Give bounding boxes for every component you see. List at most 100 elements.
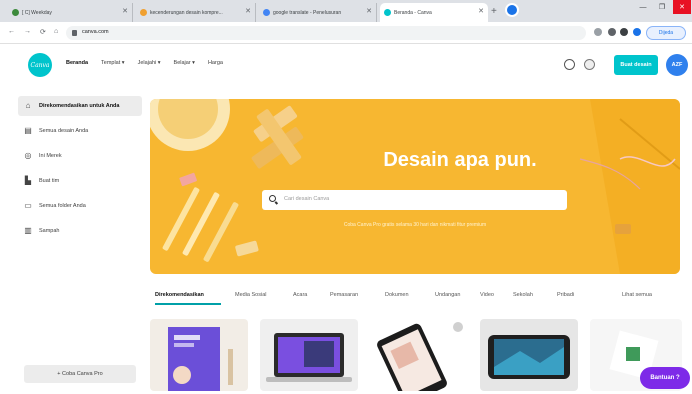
binder-clip-shape [615, 224, 631, 234]
new-tab-icon[interactable]: + [491, 6, 497, 17]
template-thumbnail [266, 333, 352, 382]
sidebar-item-label: Buat tim [39, 178, 60, 184]
settings-icon[interactable] [564, 59, 575, 70]
logo-badge-shape [626, 347, 640, 361]
template-card-video[interactable] [480, 319, 578, 391]
sidebar-item-label: Semua folder Anda [39, 203, 86, 209]
slide-image-shape [304, 341, 334, 367]
browser-tab-label: Beranda - Canva [394, 9, 432, 16]
see-all-link[interactable]: Lihat semua [622, 292, 652, 298]
try-pro-label: + Coba Canva Pro [57, 371, 103, 377]
tab-favicon-icon [12, 9, 19, 16]
help-label: Bantuan ? [650, 375, 680, 381]
tab-personal[interactable]: Pribadi [557, 292, 574, 298]
template-card-story[interactable] [370, 319, 468, 391]
template-thumbnail [377, 322, 463, 391]
canva-logo[interactable]: Canva [28, 53, 52, 77]
extension-icon[interactable] [620, 28, 628, 36]
account-icon[interactable] [633, 28, 641, 36]
team-icon: ▙ [24, 176, 32, 185]
post-text-shape [174, 335, 200, 340]
avatar-initials: AZF [671, 62, 683, 68]
tab-school[interactable]: Sekolah [513, 292, 533, 298]
tab-marketing[interactable]: Pemasaran [330, 292, 358, 298]
create-design-label: Buat desain [620, 62, 652, 68]
tab-invitations[interactable]: Undangan [435, 292, 460, 298]
browser-tab-4[interactable]: Beranda - Canva ✕ [380, 3, 488, 22]
logo-text: Canva [30, 61, 50, 69]
browser-tab-1[interactable]: [ C] Weekday ✕ [8, 3, 133, 22]
search-placeholder: Cari desain Canva [284, 196, 330, 202]
app-header: Canva Beranda Templat ▾ Jelajahi ▾ Belaj… [0, 45, 692, 85]
sidebar-item-folders[interactable]: ▭ Semua folder Anda [18, 196, 142, 216]
tab-events[interactable]: Acara [293, 292, 307, 298]
canva-favicon-icon [384, 9, 391, 16]
hero-illustration [150, 99, 680, 274]
tab-video[interactable]: Video [480, 292, 494, 298]
close-icon[interactable]: ✕ [366, 7, 372, 15]
sidebar-item-recommended[interactable]: ⌂ Direkomendasikan untuk Anda [18, 96, 142, 116]
reload-icon[interactable]: ⟳ [40, 28, 46, 36]
url-field[interactable]: canva.com [66, 26, 586, 40]
back-icon[interactable]: ← [8, 28, 15, 35]
notification-icon[interactable] [584, 59, 595, 70]
hero-title: Desain apa pun. [383, 149, 537, 171]
template-card-presentation[interactable] [260, 319, 358, 391]
category-tabs: Direkomendasikan Media Sosial Acara Pema… [155, 290, 625, 305]
sidebar-item-label: Sampah [39, 228, 60, 234]
maximize-icon[interactable]: ❐ [653, 0, 671, 14]
nav-label: Belajar [173, 60, 191, 66]
browser-tab-label: kecenderungan desain kompre... [150, 9, 223, 16]
active-tab-underline [155, 303, 221, 305]
create-design-button[interactable]: Buat desain [614, 55, 658, 75]
star-icon[interactable] [594, 28, 602, 36]
nav-explore[interactable]: Jelajahi ▾ [138, 60, 161, 66]
sidebar-item-label: Semua desain Anda [39, 128, 89, 134]
folder-icon: ▭ [24, 201, 32, 210]
tab-documents[interactable]: Dokumen [385, 292, 409, 298]
nav-learn[interactable]: Belajar ▾ [174, 60, 195, 66]
tab-social-media[interactable]: Media Sosial [235, 292, 267, 298]
browser-tab-2[interactable]: kecenderungan desain kompre... ✕ [136, 3, 256, 22]
sidebar-item-label: Direkomendasikan untuk Anda [39, 103, 120, 109]
minimize-icon[interactable]: — [634, 0, 652, 14]
nav-pricing[interactable]: Harga [208, 60, 223, 66]
profile-icon[interactable] [505, 3, 519, 17]
nav-home[interactable]: Beranda [66, 60, 88, 66]
close-icon[interactable]: ✕ [122, 7, 128, 15]
sidebar-item-brand[interactable]: ◎ Ini Merek [18, 146, 142, 166]
browser-tab-3[interactable]: google translate - Penelusuran ✕ [259, 3, 377, 22]
sidebar-item-team[interactable]: ▙ Buat tim [18, 171, 142, 191]
close-icon[interactable]: ✕ [478, 7, 484, 15]
tab-favicon-icon [263, 9, 270, 16]
lock-icon [72, 30, 77, 36]
try-pro-button[interactable]: + Coba Canva Pro [24, 365, 136, 383]
tab-recommended[interactable]: Direkomendasikan [155, 292, 204, 298]
plant-shape [453, 322, 463, 332]
hero-promo-link[interactable]: Coba Canva Pro gratis selama 30 hari dan… [290, 222, 540, 228]
browser-tab-strip: [ C] Weekday ✕ kecenderungan desain komp… [0, 0, 692, 22]
help-button[interactable]: Bantuan ? [640, 367, 690, 389]
template-card-instagram-post[interactable] [150, 319, 248, 391]
extension-icon[interactable] [608, 28, 616, 36]
sidebar-item-trash[interactable]: ▥ Sampah [18, 221, 142, 241]
sidebar-item-all-designs[interactable]: ▤ Semua desain Anda [18, 121, 142, 141]
design-search-input[interactable]: Cari desain Canva [262, 190, 567, 210]
template-thumbnail [488, 335, 570, 379]
close-icon[interactable]: ✕ [245, 7, 251, 15]
home-icon: ⌂ [25, 101, 31, 110]
url-text: canva.com [82, 29, 109, 35]
pen-shape [228, 349, 233, 385]
avatar[interactable]: AZF [666, 54, 688, 76]
hero-banner: Desain apa pun. Cari desain Canva Coba C… [150, 99, 680, 274]
main-nav: Beranda Templat ▾ Jelajahi ▾ Belajar ▾ H… [66, 60, 223, 66]
nav-label: Jelajahi [137, 60, 157, 66]
trash-icon: ▥ [24, 226, 32, 235]
nav-templates[interactable]: Templat ▾ [101, 60, 125, 66]
nav-label: Templat [101, 60, 121, 66]
home-icon[interactable]: ⌂ [54, 28, 58, 35]
sidebar-item-label: Ini Merek [39, 153, 62, 159]
forward-icon[interactable]: → [24, 28, 31, 35]
window-close-icon[interactable]: ✕ [673, 0, 691, 14]
profile-status-button[interactable]: Dijeda [646, 26, 686, 40]
